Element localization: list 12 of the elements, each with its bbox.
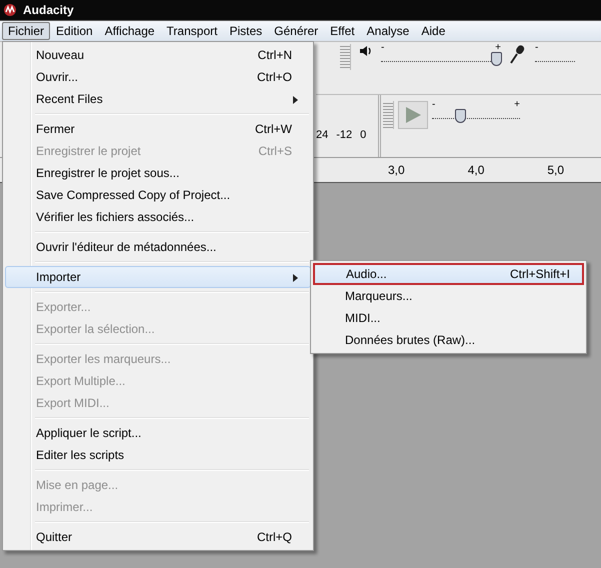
meter-scale-label: 24 [316,129,328,141]
ruler-label: 4,0 [468,163,484,177]
plus-label: + [514,99,520,110]
ruler-label: 3,0 [388,163,405,177]
minus-label: - [535,42,538,53]
minus-label: - [381,42,384,53]
meter-scale-label: 0 [360,129,366,141]
minus-label: - [432,99,436,110]
ruler-label: 5,0 [547,163,564,177]
meter-scale-label: -12 [336,129,352,141]
plus-label: + [495,42,501,53]
window-title: Audacity [23,3,74,17]
